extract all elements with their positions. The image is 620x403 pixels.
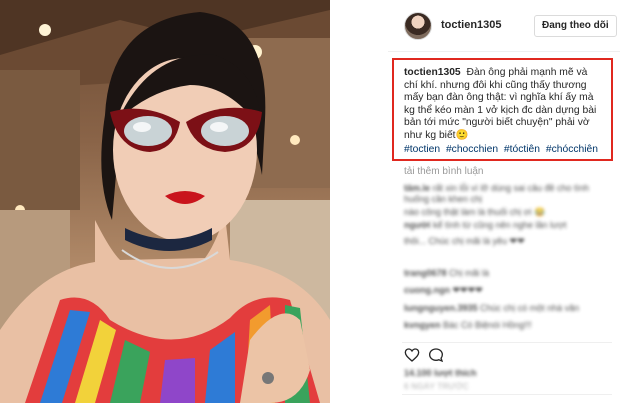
comment-item: kvngyen Bác Có Biệnói Hồng!!! (404, 320, 609, 331)
comment-bubble-icon[interactable] (428, 347, 444, 363)
comment-item: cuong.ngn ❤❤❤❤ (404, 285, 609, 296)
comment-text: nào công thật làm là thuối chị ơi 😂 (404, 207, 546, 217)
comment-username[interactable]: kvngyen (404, 320, 441, 330)
header-username[interactable]: toctien1305 (441, 19, 502, 31)
hashtag-link[interactable]: #chocchien (446, 144, 498, 155)
post-timestamp: 6 NGÀY TRƯỚC (404, 382, 470, 391)
comment-text: Chị mãi là (449, 268, 490, 278)
comment-text: rất xin lỗi vì lỡ dùng sai câu đề cho tì… (404, 183, 590, 204)
comment-item: tâm.le rất xin lỗi vì lỡ dùng sai câu đề… (404, 183, 609, 205)
load-more-comments-link[interactable]: tải thêm bình luận (404, 166, 484, 177)
post-actions (402, 342, 612, 364)
divider (402, 394, 612, 395)
comment-item: thôi... Chúc chị mãi là yêu ❤❤ (404, 236, 609, 247)
comment-item: người kể tình từ cũng nên nghe lần lượt (404, 220, 609, 231)
post-header: toctien1305 Đang theo dõi (388, 0, 620, 52)
likes-count[interactable]: 14.100 lượt thích (404, 368, 476, 378)
caption: toctien1305 Đàn ông phải mạnh mẽ và chí … (404, 67, 603, 143)
hashtag-link[interactable]: #toctien (404, 144, 440, 155)
post-side-panel: toctien1305 Đang theo dõi toctien1305 Đà… (388, 0, 620, 403)
post-photo[interactable] (0, 0, 330, 403)
comment-item: lungnguyen.3935 Chúc chị có một nhà văn (404, 303, 609, 314)
hashtag-list: #toctien #chocchien #tóctiên #chócchiên (404, 144, 603, 157)
comment-text: Chúc chị có một nhà văn (480, 303, 580, 313)
comment-username[interactable]: cuong.ngn (404, 285, 450, 295)
comment-username[interactable]: trang0678 (404, 268, 447, 278)
woman-selfie-illustration (0, 0, 330, 403)
comment-username[interactable]: tâm.le (404, 183, 430, 193)
caption-username[interactable]: toctien1305 (404, 67, 461, 78)
following-button[interactable]: Đang theo dõi (534, 15, 617, 37)
heart-icon[interactable] (404, 347, 420, 363)
highlighted-caption: toctien1305 Đàn ông phải mạnh mẽ và chí … (392, 58, 613, 161)
comment-text: thôi... Chúc chị mãi là yêu ❤❤ (404, 236, 525, 246)
hashtag-link[interactable]: #chócchiên (546, 144, 598, 155)
avatar[interactable] (404, 12, 432, 40)
comment-text: Bác Có Biệnói Hồng!!! (443, 320, 532, 330)
comment-text: ❤❤❤❤ (452, 285, 483, 295)
caption-text: Đàn ông phải mạnh mẽ và chí khí. nhưng đ… (404, 67, 597, 141)
comment-item: trang0678 Chị mãi là (404, 268, 609, 279)
comment-username[interactable]: lungnguyen.3935 (404, 303, 478, 313)
hashtag-link[interactable]: #tóctiên (504, 144, 540, 155)
comment-text: kể tình từ cũng nên nghe lần lượt (432, 220, 567, 230)
comment-item: nào công thật làm là thuối chị ơi 😂 (404, 207, 609, 218)
comment-username[interactable]: người (404, 220, 430, 230)
